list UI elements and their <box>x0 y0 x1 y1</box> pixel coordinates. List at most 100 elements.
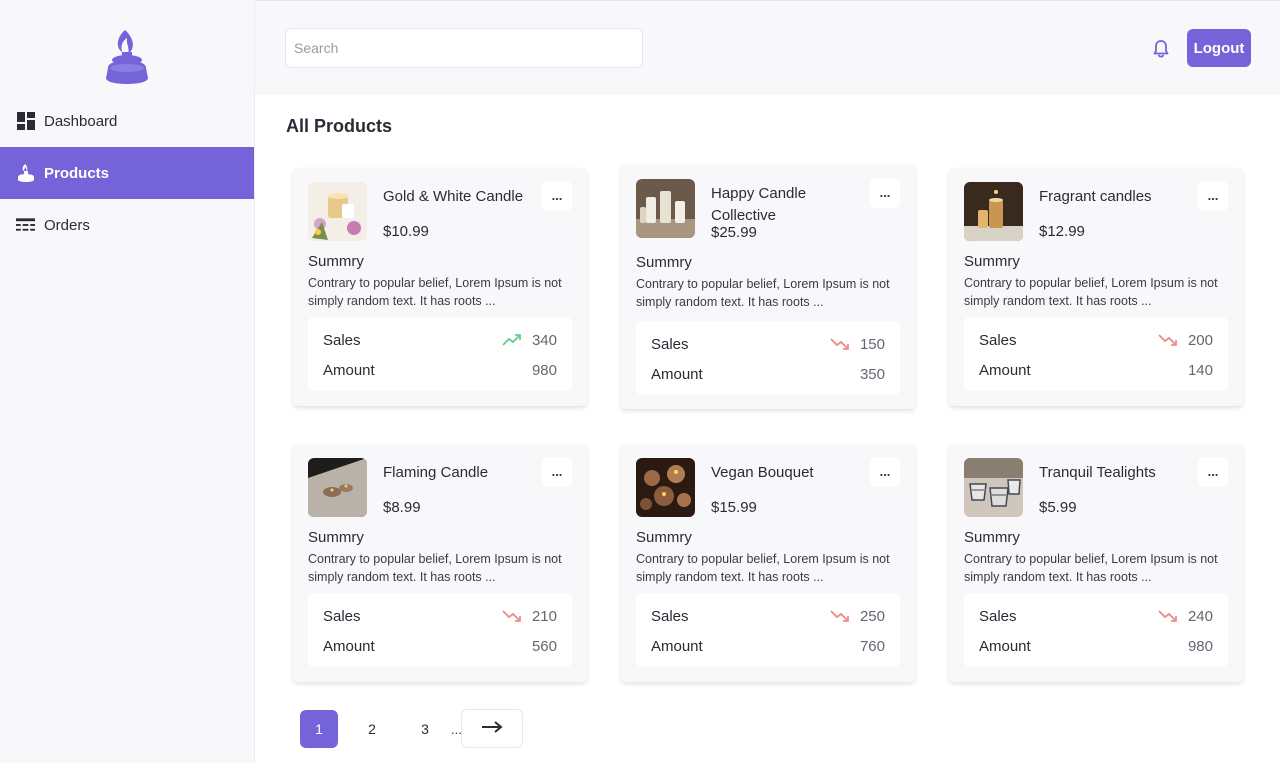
sales-value: 240 <box>1187 607 1213 625</box>
sales-value: 340 <box>531 331 557 349</box>
stats-box: Sales 150 Amount 350 <box>636 321 900 395</box>
sales-row: Sales 210 <box>323 606 557 626</box>
page-2-button[interactable]: 2 <box>353 710 391 748</box>
page-1-button[interactable]: 1 <box>300 710 338 748</box>
product-card[interactable]: Flaming Candle $8.99 ... Summry Contrary… <box>293 444 587 682</box>
amount-label: Amount <box>979 361 1031 379</box>
orders-icon <box>16 216 35 235</box>
summary-label: Summry <box>964 253 1020 270</box>
product-price: $5.99 <box>1039 499 1077 516</box>
product-price: $12.99 <box>1039 223 1085 240</box>
sales-label: Sales <box>651 335 689 353</box>
amount-row: Amount 140 <box>979 360 1213 380</box>
product-price: $15.99 <box>711 499 757 516</box>
product-image <box>964 458 1023 517</box>
amount-row: Amount 980 <box>323 360 557 380</box>
amount-value: 350 <box>859 365 885 383</box>
trend-down-icon <box>830 337 850 351</box>
page-3-button[interactable]: 3 <box>406 710 444 748</box>
summary-text: Contrary to popular belief, Lorem Ipsum … <box>964 552 1218 584</box>
product-image <box>308 458 367 517</box>
amount-row: Amount 760 <box>651 636 885 656</box>
sidebar-item-label: Dashboard <box>44 112 118 130</box>
summary-text: Contrary to popular belief, Lorem Ipsum … <box>636 552 890 584</box>
sales-row: Sales 250 <box>651 606 885 626</box>
amount-label: Amount <box>651 365 703 383</box>
amount-value: 760 <box>859 637 885 655</box>
product-image <box>636 179 695 238</box>
product-name: Flaming Candle <box>383 464 489 481</box>
summary-text: Contrary to popular belief, Lorem Ipsum … <box>636 277 890 309</box>
amount-label: Amount <box>651 637 703 655</box>
product-name: Gold & White Candle <box>383 188 524 205</box>
trend-down-icon <box>830 609 850 623</box>
more-options-button[interactable]: ... <box>870 178 900 208</box>
more-options-button[interactable]: ... <box>870 457 900 487</box>
sales-label: Sales <box>651 607 689 625</box>
bell-icon[interactable] <box>1150 38 1172 60</box>
logout-button[interactable]: Logout <box>1187 29 1251 67</box>
sales-value: 200 <box>1187 331 1213 349</box>
amount-row: Amount 560 <box>323 636 557 656</box>
product-card[interactable]: Vegan Bouquet $15.99 ... Summry Contrary… <box>621 444 915 682</box>
product-name: Happy Candle Collective <box>711 185 807 224</box>
summary-text: Contrary to popular belief, Lorem Ipsum … <box>308 552 562 584</box>
search-input[interactable] <box>285 28 643 68</box>
product-price: $25.99 <box>711 224 757 241</box>
product-price: $10.99 <box>383 223 429 240</box>
amount-label: Amount <box>323 361 375 379</box>
sidebar-item-products[interactable]: Products <box>0 147 254 199</box>
stats-box: Sales 240 Amount 980 <box>964 593 1228 667</box>
summary-text: Contrary to popular belief, Lorem Ipsum … <box>964 276 1218 308</box>
stats-box: Sales 210 Amount 560 <box>308 593 572 667</box>
product-name: Fragrant candles <box>1039 188 1152 205</box>
summary-label: Summry <box>964 529 1020 546</box>
dashboard-icon <box>16 112 35 131</box>
product-card[interactable]: Gold & White Candle $10.99 ... Summry Co… <box>293 168 587 406</box>
stats-box: Sales 340 Amount 980 <box>308 317 572 391</box>
more-options-button[interactable]: ... <box>1198 181 1228 211</box>
sales-label: Sales <box>323 607 361 625</box>
sidebar-item-orders[interactable]: Orders <box>0 199 254 251</box>
candle-icon <box>16 164 35 183</box>
product-name: Vegan Bouquet <box>711 464 814 481</box>
sales-row: Sales 240 <box>979 606 1213 626</box>
more-options-button[interactable]: ... <box>542 181 572 211</box>
amount-label: Amount <box>323 637 375 655</box>
product-card[interactable]: Happy Candle Collective $25.99 ... Summr… <box>621 165 915 409</box>
summary-label: Summry <box>636 254 692 271</box>
arrow-right-icon <box>481 721 503 736</box>
candle-logo-icon[interactable] <box>104 28 150 86</box>
sales-row: Sales 200 <box>979 330 1213 350</box>
top-bar: Logout <box>255 0 1280 95</box>
sales-label: Sales <box>323 331 361 349</box>
product-image <box>308 182 367 241</box>
more-options-button[interactable]: ... <box>1198 457 1228 487</box>
sales-label: Sales <box>979 607 1017 625</box>
trend-down-icon <box>502 609 522 623</box>
stats-box: Sales 250 Amount 760 <box>636 593 900 667</box>
trend-down-icon <box>1158 609 1178 623</box>
summary-label: Summry <box>308 253 364 270</box>
sidebar-item-label: Products <box>44 164 110 182</box>
product-card[interactable]: Fragrant candles $12.99 ... Summry Contr… <box>949 168 1243 406</box>
next-page-button[interactable] <box>461 709 523 748</box>
product-name: Tranquil Tealights <box>1039 464 1156 481</box>
trend-up-icon <box>502 333 522 347</box>
amount-value: 980 <box>531 361 557 379</box>
sidebar: Dashboard Products Orders <box>0 0 255 763</box>
sales-row: Sales 150 <box>651 334 885 354</box>
product-card[interactable]: Tranquil Tealights $5.99 ... Summry Cont… <box>949 444 1243 682</box>
sidebar-item-label: Orders <box>44 216 90 234</box>
amount-value: 980 <box>1187 637 1213 655</box>
trend-down-icon <box>1158 333 1178 347</box>
sales-row: Sales 340 <box>323 330 557 350</box>
sidebar-item-dashboard[interactable]: Dashboard <box>0 95 254 147</box>
summary-text: Contrary to popular belief, Lorem Ipsum … <box>308 276 562 308</box>
product-price: $8.99 <box>383 499 421 516</box>
sales-value: 250 <box>859 607 885 625</box>
stats-box: Sales 200 Amount 140 <box>964 317 1228 391</box>
more-options-button[interactable]: ... <box>542 457 572 487</box>
summary-label: Summry <box>636 529 692 546</box>
product-image <box>964 182 1023 241</box>
